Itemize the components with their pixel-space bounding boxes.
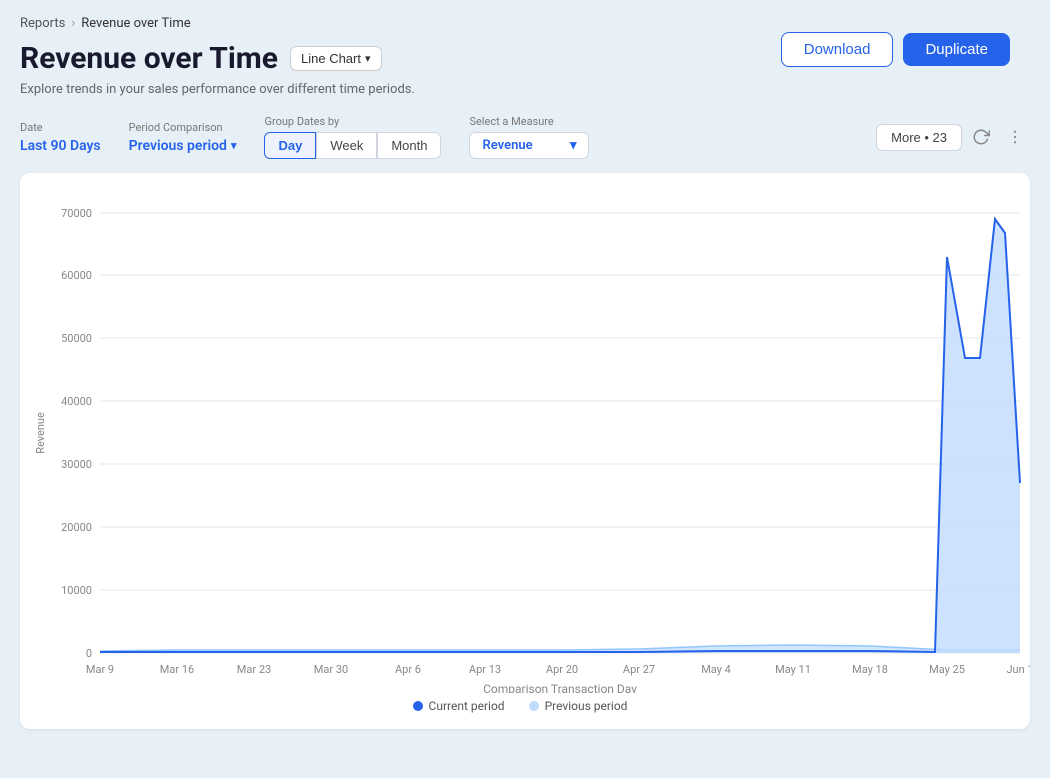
period-filter-group: Period Comparison Previous period ▾	[129, 121, 237, 154]
duplicate-button[interactable]: Duplicate	[903, 33, 1010, 66]
svg-text:Apr 27: Apr 27	[623, 663, 655, 676]
svg-text:Comparison Transaction Day: Comparison Transaction Day	[483, 682, 637, 693]
svg-text:Mar 9: Mar 9	[86, 663, 114, 676]
svg-text:10000: 10000	[61, 584, 92, 597]
legend-previous-dot	[529, 701, 539, 711]
kebab-menu-icon	[1006, 128, 1024, 146]
group-dates-buttons: Day Week Month	[264, 132, 441, 159]
date-filter-label: Date	[20, 121, 101, 134]
period-chevron-icon: ▾	[231, 139, 237, 152]
period-filter-value: Previous period	[129, 138, 227, 154]
group-month-button[interactable]: Month	[377, 132, 441, 159]
svg-text:Revenue: Revenue	[34, 412, 47, 454]
chart-container: 0 10000 20000 30000 40000 50000 60000 70…	[20, 173, 1030, 729]
period-filter-select[interactable]: Previous period ▾	[129, 138, 237, 154]
group-dates-label: Group Dates by	[264, 115, 441, 128]
svg-text:Jun 1: Jun 1	[1006, 663, 1030, 676]
svg-text:30000: 30000	[61, 458, 92, 471]
svg-text:May 25: May 25	[929, 663, 965, 676]
legend-current-dot	[413, 701, 423, 711]
period-filter-label: Period Comparison	[129, 121, 237, 134]
measure-filter-label: Select a Measure	[469, 115, 589, 128]
revenue-chart: 0 10000 20000 30000 40000 50000 60000 70…	[30, 193, 1030, 693]
svg-text:Mar 23: Mar 23	[237, 663, 271, 676]
legend-previous: Previous period	[529, 699, 628, 713]
refresh-button[interactable]	[966, 124, 996, 150]
date-filter-value[interactable]: Last 90 Days	[20, 138, 101, 154]
group-day-button[interactable]: Day	[264, 132, 316, 159]
svg-text:40000: 40000	[61, 395, 92, 408]
more-options-button[interactable]	[1000, 124, 1030, 150]
measure-chevron-icon: ▾	[570, 138, 577, 153]
legend-current: Current period	[413, 699, 505, 713]
breadcrumb-current: Revenue over Time	[81, 16, 190, 31]
download-button[interactable]: Download	[781, 32, 894, 67]
legend-previous-label: Previous period	[545, 699, 628, 713]
svg-text:Mar 16: Mar 16	[160, 663, 194, 676]
svg-text:70000: 70000	[61, 207, 92, 220]
measure-select[interactable]: Revenue ▾	[469, 132, 589, 159]
svg-text:May 11: May 11	[775, 663, 811, 676]
svg-text:20000: 20000	[61, 521, 92, 534]
breadcrumb-parent[interactable]: Reports	[20, 16, 65, 31]
refresh-icon	[972, 128, 990, 146]
page-title: Revenue over Time	[20, 41, 278, 76]
measure-filter-group: Select a Measure Revenue ▾	[469, 115, 589, 159]
group-dates-filter-group: Group Dates by Day Week Month	[264, 115, 441, 159]
svg-text:Apr 20: Apr 20	[546, 663, 578, 676]
breadcrumb-separator: ›	[71, 16, 75, 31]
date-filter-group: Date Last 90 Days	[20, 121, 101, 154]
svg-text:60000: 60000	[61, 269, 92, 282]
group-week-button[interactable]: Week	[316, 132, 377, 159]
svg-text:May 18: May 18	[852, 663, 888, 676]
chart-type-label: Line Chart	[301, 51, 361, 66]
legend-current-label: Current period	[429, 699, 505, 713]
page-subtitle: Explore trends in your sales performance…	[20, 82, 1030, 97]
svg-text:Mar 30: Mar 30	[314, 663, 348, 676]
filters-right: More • 23	[866, 124, 1030, 151]
svg-text:May 4: May 4	[701, 663, 731, 676]
svg-text:50000: 50000	[61, 332, 92, 345]
header-actions: Download Duplicate	[781, 32, 1010, 67]
svg-text:Apr 13: Apr 13	[469, 663, 501, 676]
measure-value: Revenue	[482, 138, 532, 153]
filters-bar: Date Last 90 Days Period Comparison Prev…	[20, 115, 1030, 159]
svg-text:0: 0	[86, 647, 92, 660]
chart-type-selector[interactable]: Line Chart ▾	[290, 46, 382, 71]
chevron-down-icon: ▾	[365, 52, 371, 65]
svg-text:Apr 6: Apr 6	[395, 663, 421, 676]
more-badge-button[interactable]: More • 23	[876, 124, 962, 151]
breadcrumb: Reports › Revenue over Time	[20, 16, 1030, 31]
chart-legend: Current period Previous period	[30, 699, 1010, 713]
